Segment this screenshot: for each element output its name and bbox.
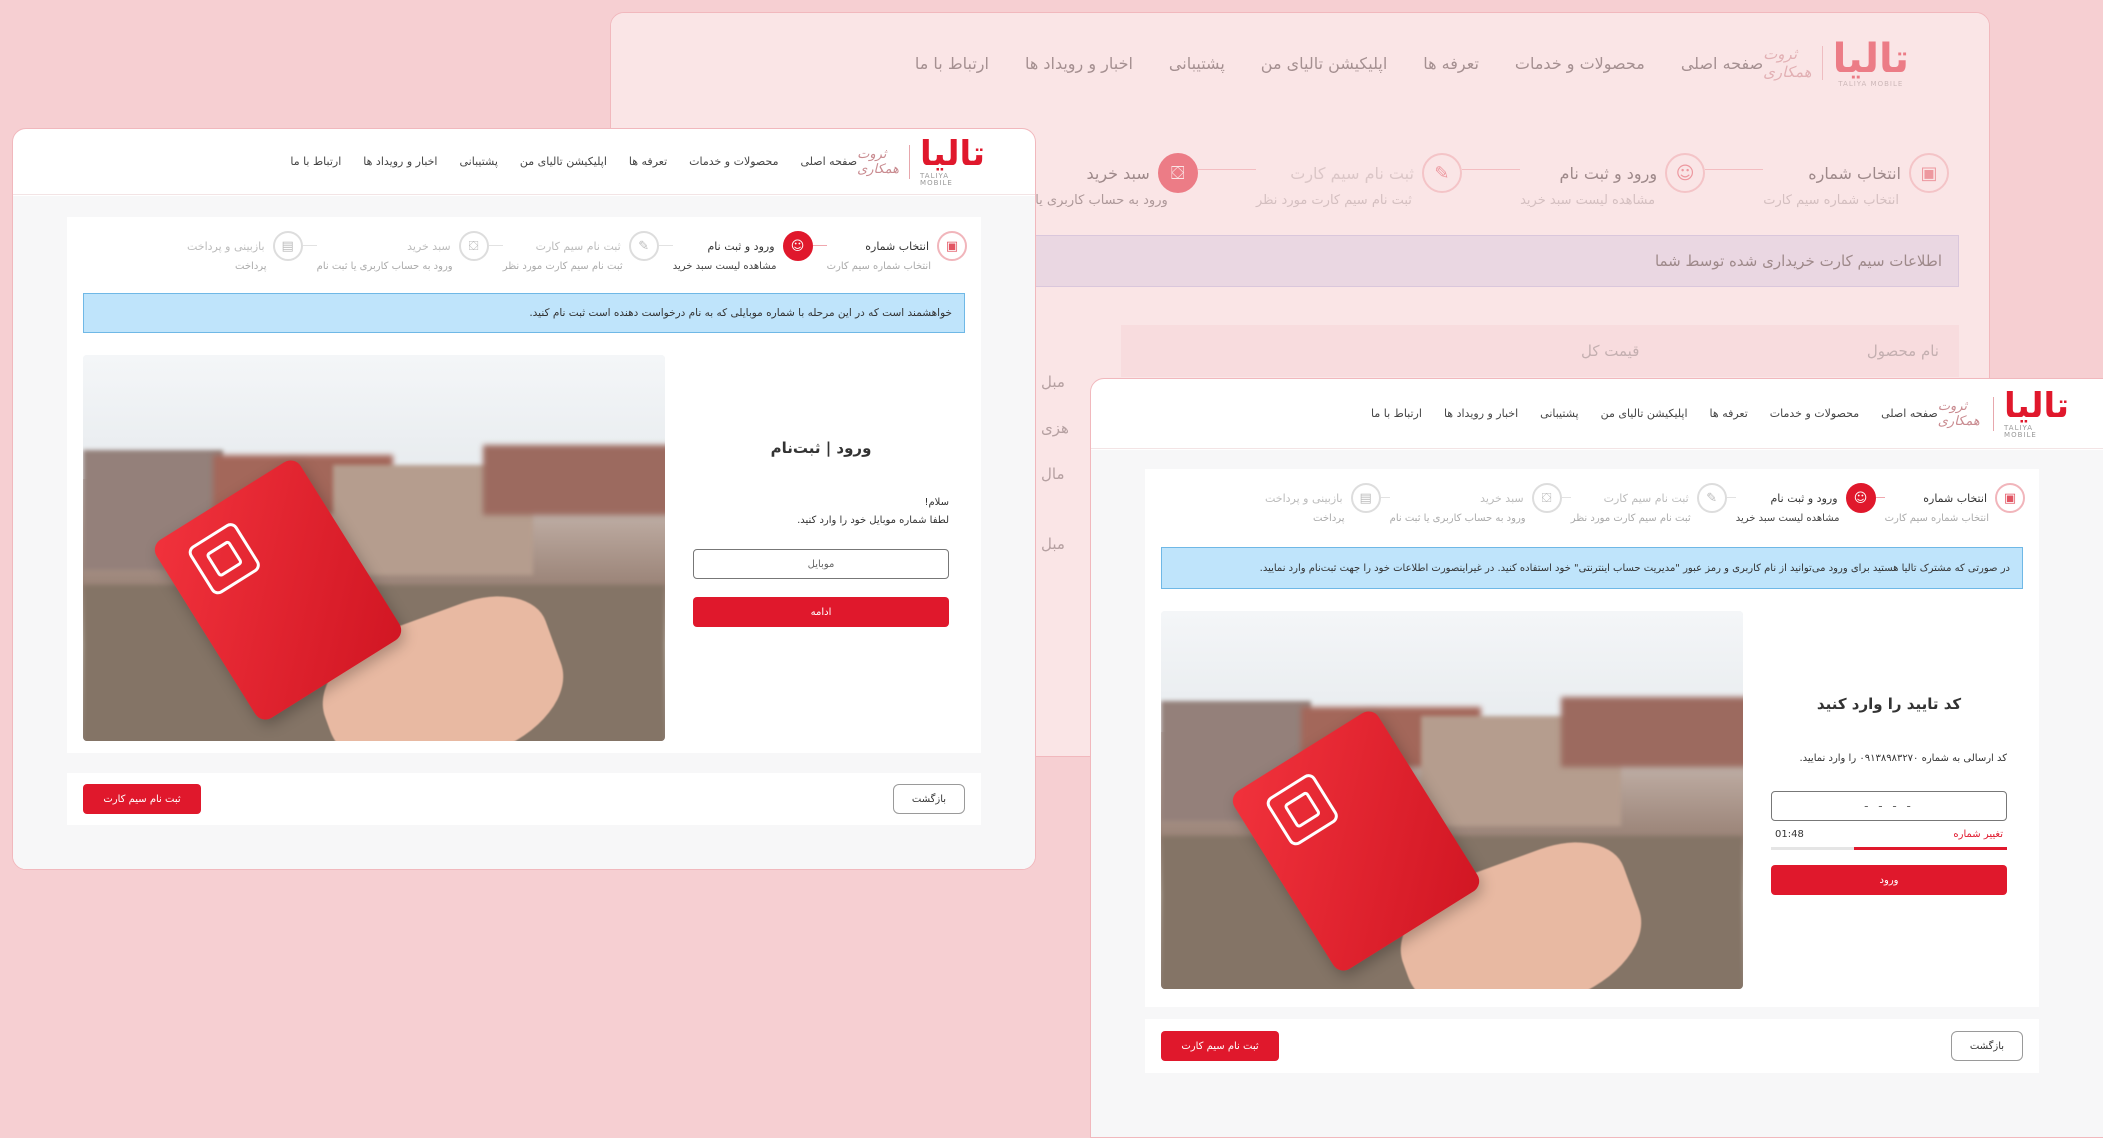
nav-products[interactable]: محصولات و خدمات	[1770, 407, 1859, 420]
timer-progress-fill	[1853, 847, 2007, 850]
edit-icon: ✎	[628, 231, 659, 261]
login-window: ثروت همکاری تالیا TALIYA MOBILE صفحه اصلی…	[12, 128, 1036, 870]
mobile-input[interactable]: موبایل	[693, 549, 949, 579]
form-title: کد تایید را وارد کنید	[1816, 695, 1962, 713]
login-form: ورود | ثبت‌نام سلام! لطفا شماره موبایل خ…	[677, 355, 965, 741]
cart-icon: ⛋	[458, 231, 489, 261]
right-footer: ثبت نام سیم کارت بازگشت	[1145, 1019, 2039, 1073]
sim-icon: ▣	[1995, 483, 2025, 513]
back-navbar: ثروت همکاری تالیا TALIYA MOBILE صفحه اصلی…	[611, 13, 1989, 113]
user-icon: ☺	[1845, 483, 1876, 513]
step-login: ☺ ورود و ثبت نام مشاهده لیست سبد خرید	[1520, 153, 1706, 208]
user-icon: ☺	[1665, 153, 1706, 193]
form-title: ورود | ثبت‌نام	[770, 439, 872, 457]
nav-support[interactable]: پشتیبانی	[1540, 407, 1578, 420]
brand-logo: تالیا TALIYA MOBILE	[920, 133, 985, 187]
col-total: قیمت کل	[1581, 342, 1640, 360]
nav-news[interactable]: اخبار و رویداد ها	[1444, 407, 1518, 420]
nav-support[interactable]: پشتیبانی	[1169, 54, 1225, 73]
nav-app[interactable]: اپلیکیشن تالیای من	[1601, 407, 1688, 420]
right-stepper: ▣ انتخاب شماره انتخاب شماره سیم کارت ☺ ورو…	[1145, 483, 2039, 524]
left-navbar: ثروت همکاری تالیا TALIYA MOBILE صفحه اصلی…	[13, 129, 1035, 195]
info-banner: در صورتی که مشترک تالیا هستید برای ورود …	[1161, 547, 2023, 589]
brand-logo: تالیا TALIYA MOBILE	[1832, 35, 1909, 88]
nav-tariffs[interactable]: تعرفه ها	[1710, 407, 1748, 420]
verify-form: کد تایید را وارد کنید کد ارسالی به شماره…	[1755, 611, 2023, 989]
brand[interactable]: ثروت همکاری تالیا TALIYA MOBILE	[1763, 39, 1909, 88]
greeting: سلام!	[924, 497, 949, 508]
back-button[interactable]: بازگشت	[893, 784, 965, 814]
brand-tagline: ثروت همکاری	[857, 146, 900, 177]
sim-icon: ▣	[937, 231, 967, 261]
back-info-banner: اطلاعات سیم کارت خریداری شده توسط شما	[971, 235, 1959, 287]
brand-logo: تالیا TALIYA MOBILE	[2004, 385, 2069, 439]
right-menu: صفحه اصلی محصولات و خدمات تعرفه ها اپلیک…	[1371, 407, 1938, 420]
back-button[interactable]: بازگشت	[1951, 1031, 2023, 1061]
timer-progress-track	[1771, 847, 2007, 850]
step-cart: ⛋ سبد خرید ورود به حساب کاربری یا ثبت نام	[317, 231, 489, 272]
step-select-number: ▣ انتخاب شماره انتخاب شماره سیم کارت	[1885, 483, 2025, 524]
verify-window: ثروت همکاری تالیا TALIYA MOBILE صفحه اصلی…	[1090, 378, 2103, 1138]
verify-content: ▣ انتخاب شماره انتخاب شماره سیم کارت ☺ ورو…	[1145, 469, 2039, 1007]
user-icon: ☺	[782, 231, 813, 261]
back-menu: صفحه اصلی محصولات و خدمات تعرفه ها اپلیک…	[915, 54, 1763, 73]
login-content: ▣ انتخاب شماره انتخاب شماره سیم کارت ☺ ورو…	[67, 217, 981, 753]
cart-table-header: نام محصول قیمت کل	[1121, 325, 1959, 377]
left-menu: صفحه اصلی محصولات و خدمات تعرفه ها اپلیک…	[290, 155, 857, 168]
cart-icon: ⛋	[1157, 153, 1198, 193]
sim-icon: ▣	[1909, 153, 1949, 193]
step-select-number: ▣ انتخاب شماره انتخاب شماره سیم کارت	[827, 231, 967, 272]
step-login: ☺ ورود و ثبت نام مشاهده لیست سبد خرید	[1736, 483, 1876, 524]
nav-tariffs[interactable]: تعرفه ها	[629, 155, 667, 168]
left-footer: ثبت نام سیم کارت بازگشت	[67, 773, 981, 825]
payment-icon: ▤	[1350, 483, 1381, 513]
nav-news[interactable]: اخبار و رویداد ها	[363, 155, 437, 168]
col-product: نام محصول	[1866, 342, 1939, 360]
brand[interactable]: ثروت همکاری تالیا TALIYA MOBILE	[857, 137, 985, 187]
edit-icon: ✎	[1696, 483, 1727, 513]
right-navbar: ثروت همکاری تالیا TALIYA MOBILE صفحه اصلی…	[1091, 379, 2103, 449]
step-register-sim: ✎ ثبت نام سیم کارت ثبت نام سیم کارت مورد …	[503, 231, 659, 272]
payment-icon: ▤	[272, 231, 303, 261]
step-register-sim: ✎ ثبت نام سیم کارت ثبت نام سیم کارت مورد …	[1256, 153, 1462, 208]
step-payment: ▤ بازبینی و پرداخت پرداخت	[1265, 483, 1381, 524]
sim-card-photo	[83, 355, 665, 741]
verification-code-input[interactable]: - - - -	[1771, 791, 2007, 821]
nav-contact[interactable]: ارتباط با ما	[290, 155, 341, 168]
change-number-link[interactable]: تغییر شماره	[1953, 829, 2003, 840]
brand-tagline: ثروت همکاری	[1763, 45, 1812, 81]
brand-tagline: ثروت همکاری	[1937, 398, 1980, 429]
register-sim-button[interactable]: ثبت نام سیم کارت	[83, 784, 201, 814]
nav-products[interactable]: محصولات و خدمات	[1515, 54, 1645, 73]
nav-app[interactable]: اپلیکیشن تالیای من	[1261, 54, 1388, 73]
nav-support[interactable]: پشتیبانی	[460, 155, 498, 168]
continue-button[interactable]: ادامه	[693, 597, 949, 627]
step-cart: ⛋ سبد خرید ورود به حساب کاربری یا ثبت نام	[1390, 483, 1562, 524]
step-register-sim: ✎ ثبت نام سیم کارت ثبت نام سیم کارت مورد …	[1571, 483, 1727, 524]
edit-icon: ✎	[1421, 153, 1462, 193]
form-prompt: لطفا شماره موبایل خود را وارد کنید.	[797, 515, 949, 526]
nav-contact[interactable]: ارتباط با ما	[1371, 407, 1422, 420]
nav-products[interactable]: محصولات و خدمات	[689, 155, 778, 168]
sim-card-photo	[1161, 611, 1743, 989]
cart-icon: ⛋	[1531, 483, 1562, 513]
nav-home[interactable]: صفحه اصلی	[1681, 54, 1763, 73]
nav-app[interactable]: اپلیکیشن تالیای من	[520, 155, 607, 168]
left-stepper: ▣ انتخاب شماره انتخاب شماره سیم کارت ☺ ورو…	[67, 231, 981, 272]
step-select-number: ▣ انتخاب شماره انتخاب شماره سیم کارت	[1763, 153, 1949, 208]
nav-news[interactable]: اخبار و رویداد ها	[1025, 54, 1133, 73]
nav-home[interactable]: صفحه اصلی	[800, 155, 857, 168]
nav-tariffs[interactable]: تعرفه ها	[1423, 54, 1479, 73]
nav-contact[interactable]: ارتباط با ما	[915, 54, 989, 73]
step-payment: ▤ بازبینی و پرداخت پرداخت	[187, 231, 303, 272]
info-banner: خواهشمند است که در این مرحله با شماره مو…	[83, 293, 965, 333]
brand[interactable]: ثروت همکاری تالیا TALIYA MOBILE	[1938, 389, 2069, 439]
countdown-timer: 01:48	[1775, 829, 1804, 840]
form-prompt: کد ارسالی به شماره ۰۹۱۳۸۹۸۳۲۷۰ را وارد ن…	[1799, 753, 2007, 764]
nav-home[interactable]: صفحه اصلی	[1881, 407, 1938, 420]
step-login: ☺ ورود و ثبت نام مشاهده لیست سبد خرید	[673, 231, 813, 272]
login-button[interactable]: ورود	[1771, 865, 2007, 895]
register-sim-button[interactable]: ثبت نام سیم کارت	[1161, 1031, 1279, 1061]
